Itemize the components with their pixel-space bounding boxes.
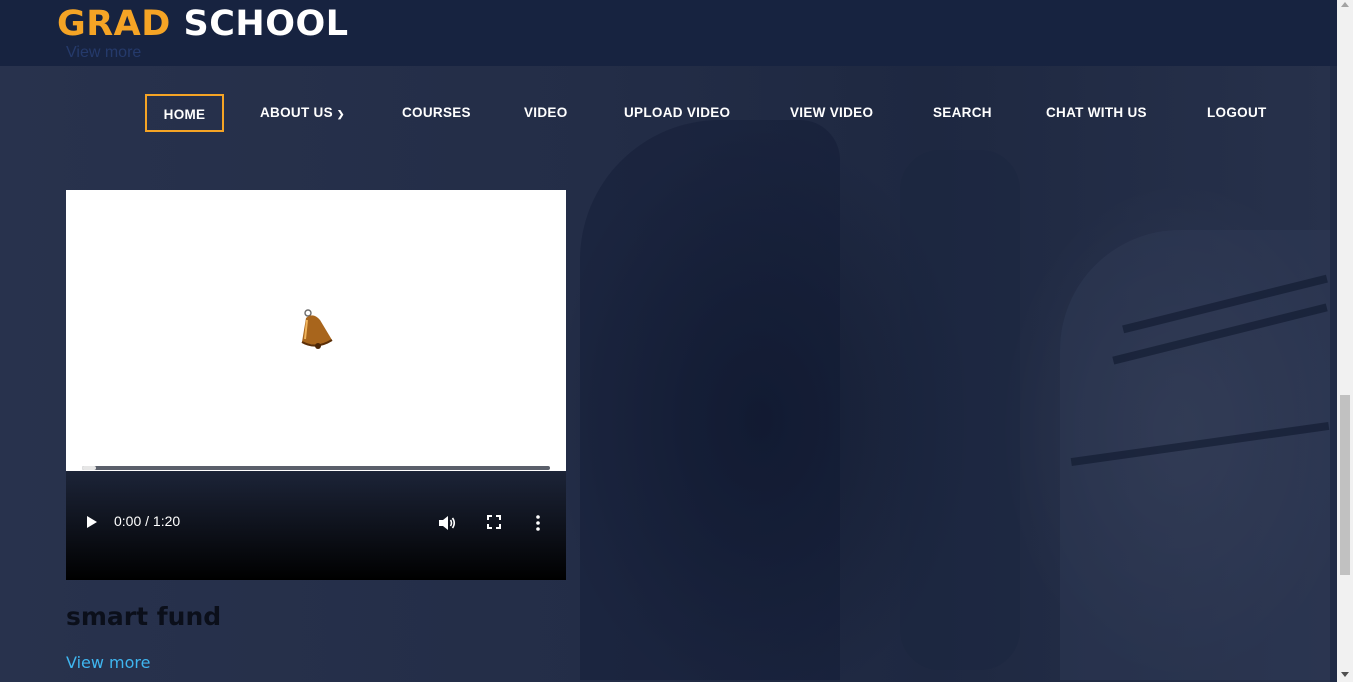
more-options-icon[interactable]: [536, 515, 540, 531]
logo-grad-text: GRAD: [57, 4, 171, 44]
scroll-down-arrow-icon[interactable]: [1341, 672, 1349, 677]
video-progress-fill: [82, 466, 96, 470]
main-nav: HOME ABOUT US ❯ COURSES VIDEO UPLOAD VIDE…: [0, 94, 1330, 134]
video-progress-bar[interactable]: [82, 466, 550, 470]
partial-view-more-link[interactable]: View more: [66, 44, 141, 62]
logo-school-text: SCHOOL: [183, 4, 349, 44]
nav-courses[interactable]: COURSES: [402, 94, 471, 132]
nav-logout[interactable]: LOGOUT: [1207, 94, 1267, 132]
video-time-display: 0:00 / 1:20: [114, 513, 181, 529]
background-figure: [580, 120, 840, 680]
nav-about-us[interactable]: ABOUT US ❯: [260, 94, 345, 132]
chevron-down-icon: ❯: [336, 109, 345, 119]
video-controls: 0:00 / 1:20: [66, 471, 566, 580]
background-figure: [900, 150, 1020, 670]
card-title: smart fund: [66, 602, 222, 631]
video-player[interactable]: 0:00 / 1:20: [66, 190, 566, 580]
nav-upload-video[interactable]: UPLOAD VIDEO: [624, 94, 730, 132]
play-icon[interactable]: [86, 515, 98, 529]
nav-video[interactable]: VIDEO: [524, 94, 568, 132]
vertical-scrollbar[interactable]: [1337, 0, 1353, 682]
view-more-link[interactable]: View more: [66, 653, 151, 672]
scroll-up-arrow-icon[interactable]: [1341, 2, 1349, 7]
bell-icon: [301, 309, 333, 349]
site-logo[interactable]: GRAD SCHOOL: [57, 4, 349, 44]
volume-icon[interactable]: [438, 515, 456, 531]
fullscreen-icon[interactable]: [487, 515, 501, 529]
nav-view-video[interactable]: VIEW VIDEO: [790, 94, 873, 132]
scrollbar-thumb[interactable]: [1340, 395, 1350, 575]
nav-search[interactable]: SEARCH: [933, 94, 992, 132]
nav-chat-with-us[interactable]: CHAT WITH US: [1046, 94, 1147, 132]
header-bar: View more GRAD SCHOOL: [0, 0, 1337, 66]
nav-home[interactable]: HOME: [145, 94, 224, 132]
nav-about-us-label: ABOUT US: [260, 105, 333, 120]
